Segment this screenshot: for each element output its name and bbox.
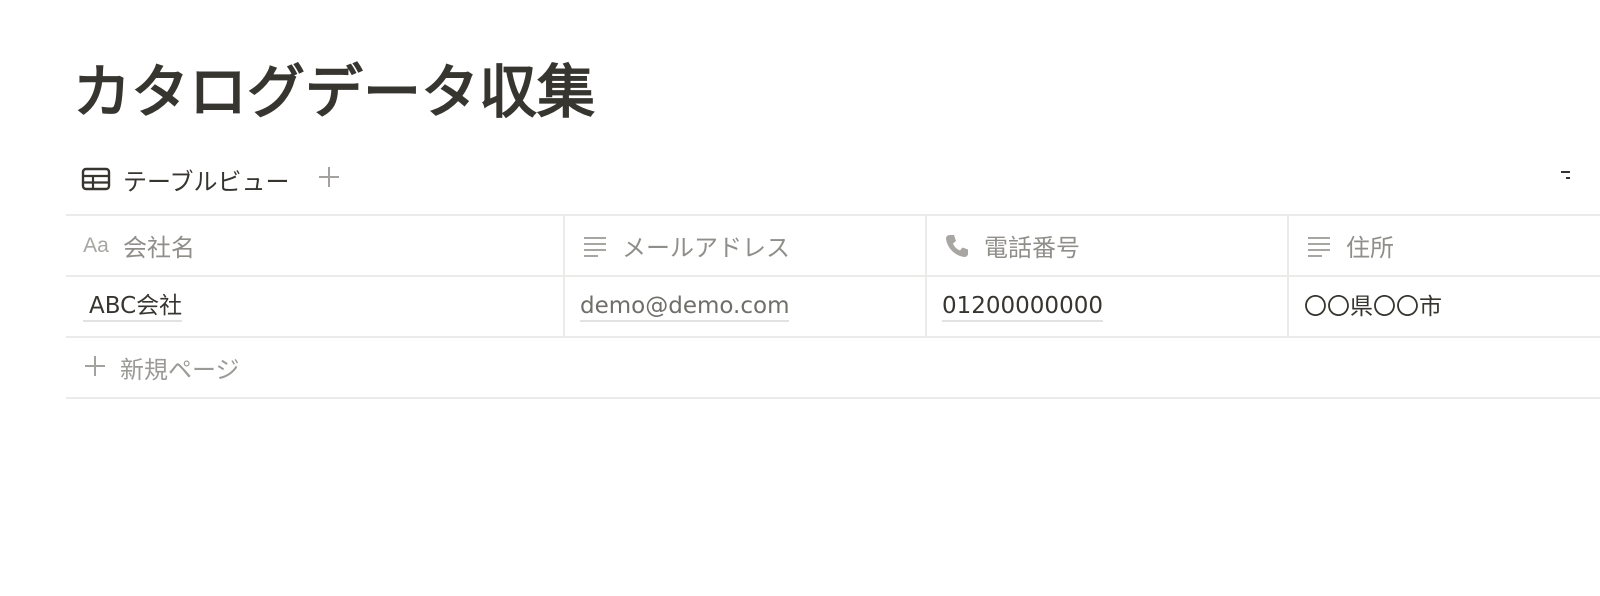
title-aa-text: Aa	[83, 233, 109, 257]
email-value[interactable]: demo@demo.com	[580, 292, 790, 322]
database-table: Aa 会社名 メールアドレス 電話番号 住所 ABC会社 demo@demo.c…	[66, 214, 1600, 399]
text-lines-icon	[1304, 231, 1334, 261]
page-title[interactable]: カタログデータ収集	[73, 52, 595, 132]
cell-address[interactable]: 〇〇県〇〇市	[1289, 277, 1600, 336]
view-tab-label: テーブルビュー	[123, 167, 290, 196]
table-icon	[81, 167, 111, 191]
cell-phone[interactable]: 01200000000	[927, 277, 1289, 336]
add-view-button[interactable]	[314, 164, 344, 194]
address-value: 〇〇県〇〇市	[1304, 293, 1442, 320]
column-header-label: メールアドレス	[622, 234, 790, 262]
phone-icon	[942, 231, 972, 261]
column-header-phone[interactable]: 電話番号	[927, 216, 1289, 275]
filter-icon[interactable]	[1558, 166, 1570, 190]
table-row[interactable]: ABC会社 demo@demo.com 01200000000 〇〇県〇〇市	[66, 277, 1600, 336]
cell-company[interactable]: ABC会社	[66, 277, 565, 336]
plus-icon	[316, 164, 342, 194]
view-tab-table[interactable]: テーブルビュー	[67, 157, 304, 201]
title-aa-icon: Aa	[81, 231, 111, 261]
company-name-value[interactable]: ABC会社	[83, 292, 183, 322]
phone-value[interactable]: 01200000000	[942, 292, 1103, 322]
table-header-row: Aa 会社名 メールアドレス 電話番号 住所	[66, 216, 1600, 275]
column-header-label: 住所	[1346, 234, 1394, 262]
view-tabs-bar: テーブルビュー	[67, 150, 344, 208]
new-page-label: 新規ページ	[120, 356, 240, 384]
column-header-email[interactable]: メールアドレス	[565, 216, 927, 275]
notion-database-page: カタログデータ収集 テーブルビュー Aa 会社名 メールアドレス 電話番号 住所…	[0, 0, 1600, 596]
column-header-label: 電話番号	[984, 234, 1080, 262]
cell-email[interactable]: demo@demo.com	[565, 277, 927, 336]
new-page-button[interactable]: 新規ページ	[66, 338, 1600, 397]
text-lines-icon	[580, 231, 610, 261]
column-header-company[interactable]: Aa 会社名	[66, 216, 565, 275]
column-header-label: 会社名	[123, 234, 195, 262]
table-bottom-border	[66, 397, 1600, 399]
column-header-address[interactable]: 住所	[1289, 216, 1600, 275]
plus-icon	[82, 353, 108, 383]
